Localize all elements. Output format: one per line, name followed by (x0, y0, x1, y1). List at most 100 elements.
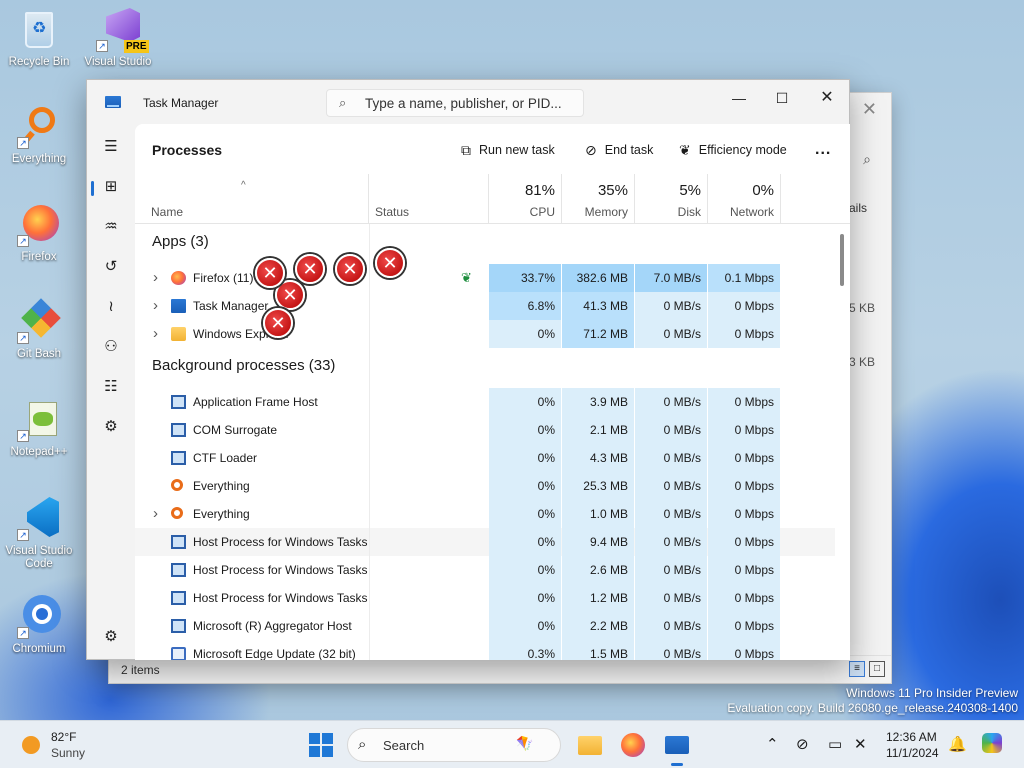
group-spacer (562, 224, 634, 264)
recycle-bin-icon: ♻ (17, 8, 61, 52)
desktop-icon-vscode[interactable]: ↗ Visual Studio Code (1, 497, 77, 571)
shortcut-arrow-icon: ↗ (17, 235, 29, 247)
app-history-nav-icon[interactable]: ↺ (95, 252, 127, 284)
start-button[interactable] (309, 733, 333, 757)
performance-nav-icon[interactable]: ♒ (95, 212, 127, 244)
folder-icon (171, 327, 186, 341)
search-input[interactable] (365, 94, 575, 112)
process-disk-value: 0 MB/s (635, 472, 707, 500)
column-header-memory[interactable]: 35% Memory (562, 174, 635, 224)
volume-muted-icon[interactable]: ✕ (854, 735, 867, 753)
process-row[interactable]: COM Surrogate 0% 2.1 MB 0 MB/s 0 Mbps (135, 416, 835, 444)
settings-gear-icon[interactable]: ⚙ (95, 622, 127, 654)
navigation-sidebar: ☰ ⊞ ♒ ↺ ≀ ⚇ ☷ ⚙ ⚙ (87, 124, 135, 660)
desktop-icon-everything[interactable]: ↗ Everything (1, 105, 77, 166)
more-options-button[interactable]: ... (815, 138, 831, 162)
display-icon[interactable]: ▭ (828, 735, 842, 753)
task-manager-window[interactable]: Task Manager ⌕ — ☐ ✕ ☰ ⊞ ♒ ↺ ≀ ⚇ ☷ ⚙ ⚙ P… (86, 79, 850, 660)
hamburger-menu-icon[interactable]: ☰ (95, 132, 127, 164)
process-list: Apps (3) › Firefox (11) ❦ 33.7% 382.6 MB 7.0 M… (135, 224, 835, 660)
process-row[interactable]: Host Process for Windows Tasks 0% 2.6 MB 0 … (135, 556, 835, 584)
users-nav-icon[interactable]: ⚇ (95, 332, 127, 364)
expand-chevron-icon[interactable]: › (153, 500, 158, 528)
maximize-button[interactable]: ☐ (760, 84, 804, 114)
process-row[interactable]: Microsoft (R) Aggregator Host 0% 2.2 MB 0 M… (135, 612, 835, 640)
minimize-button[interactable]: — (717, 84, 761, 114)
process-network-value: 0 Mbps (708, 416, 780, 444)
search-icon[interactable]: ⌕ (863, 151, 871, 168)
process-row[interactable]: CTF Loader 0% 4.3 MB 0 MB/s 0 Mbps (135, 444, 835, 472)
window-icon (171, 535, 186, 549)
process-row[interactable]: Host Process for Windows Tasks 0% 1.2 MB 0 … (135, 584, 835, 612)
process-cpu-value: 0% (489, 444, 561, 472)
close-icon[interactable]: ✕ (862, 99, 877, 120)
end-task-button[interactable]: ⊘ End task (585, 138, 653, 162)
startup-apps-nav-icon[interactable]: ≀ (95, 292, 127, 324)
process-row[interactable]: › Everything 0% 1.0 MB 0 MB/s 0 Mbps (135, 500, 835, 528)
expand-chevron-icon[interactable]: › (153, 292, 158, 320)
network-offline-icon[interactable]: ⊘ (796, 735, 809, 753)
process-disk-value: 0 MB/s (635, 584, 707, 612)
process-row[interactable]: › Firefox (11) ❦ 33.7% 382.6 MB 7.0 MB/s 0.1 M… (135, 264, 835, 292)
weather-condition[interactable]: Sunny (51, 746, 85, 760)
expand-chevron-icon[interactable]: › (153, 264, 158, 292)
cpu-total: 81% (524, 182, 555, 199)
shortcut-arrow-icon: ↗ (17, 137, 29, 149)
process-cpu-value: 0.3% (489, 640, 561, 660)
processes-nav-icon[interactable]: ⊞ (91, 172, 127, 204)
run-task-icon: ⧉ (461, 141, 471, 158)
drag-artifact: ✕ ✕ ✕ ✕ ✕ ✕ (255, 248, 405, 340)
process-row[interactable]: Everything 0% 25.3 MB 0 MB/s 0 Mbps (135, 472, 835, 500)
process-memory-value: 2.1 MB (562, 416, 634, 444)
clock-time[interactable]: 12:36 AM (886, 730, 937, 744)
desktop-icon-chromium[interactable]: ↗ Chromium (1, 595, 77, 656)
column-header-network[interactable]: 0% Network (708, 174, 781, 224)
desktop-icon-git-bash[interactable]: ↗ Git Bash (1, 298, 77, 361)
process-row[interactable]: Microsoft Edge Update (32 bit) 0.3% 1.5 MB… (135, 640, 835, 660)
desktop-icon-notepad-plus-plus[interactable]: ↗ Notepad++ (1, 398, 77, 459)
process-memory-value: 382.6 MB (562, 264, 634, 292)
process-disk-value: 0 MB/s (635, 292, 707, 320)
column-label: Disk (677, 205, 701, 219)
process-search[interactable]: ⌕ (326, 89, 584, 117)
desktop-icon-label: Git Bash (16, 348, 62, 360)
file-size: 5 KB (848, 301, 875, 315)
processes-page: Processes ⧉ Run new task ⊘ End task ❦ Ef… (135, 124, 850, 660)
process-memory-value: 25.3 MB (562, 472, 634, 500)
desktop-icon-visual-studio[interactable]: PRE ↗ Visual Studio 2022 P... (80, 8, 156, 69)
process-row[interactable]: › Windows Explorer 0% 71.2 MB 0 MB/s 0 Mbps (135, 320, 835, 348)
sun-icon[interactable] (22, 736, 40, 754)
large-icons-view-icon[interactable]: □ (869, 661, 885, 677)
task-manager-icon (171, 299, 186, 313)
process-memory-value: 41.3 MB (562, 292, 634, 320)
process-row[interactable]: Host Process for Windows Tasks 0% 9.4 MB 0 … (135, 528, 835, 556)
title-bar[interactable]: Task Manager ⌕ — ☐ ✕ (87, 80, 849, 124)
close-button[interactable]: ✕ (805, 84, 849, 114)
notification-bell-icon[interactable]: 🔔 (948, 735, 967, 753)
vertical-scrollbar[interactable] (840, 234, 844, 286)
show-hidden-icons-chevron-icon[interactable]: ⌃ (766, 735, 779, 753)
process-row[interactable]: Application Frame Host 0% 3.9 MB 0 MB/s 0 Mb… (135, 388, 835, 416)
process-name-cell: Host Process for Windows Tasks (135, 556, 369, 584)
efficiency-mode-button[interactable]: ❦ Efficiency mode (679, 138, 787, 162)
column-header-cpu[interactable]: 81% CPU (489, 174, 562, 224)
taskbar-task-manager[interactable] (663, 731, 691, 766)
expand-chevron-icon[interactable]: › (153, 320, 158, 348)
taskbar-firefox[interactable] (619, 731, 647, 759)
details-view-icon[interactable]: ≡ (849, 661, 865, 677)
weather-temperature[interactable]: 82°F (51, 730, 76, 744)
process-network-value: 0 Mbps (708, 640, 780, 660)
taskbar-search[interactable]: ⌕ Search 🪁 (347, 728, 561, 762)
copilot-pre-icon[interactable] (982, 733, 1002, 753)
services-nav-icon[interactable]: ⚙ (95, 412, 127, 444)
taskbar-file-explorer[interactable] (576, 731, 604, 759)
process-row[interactable]: › Task Manager 6.8% 41.3 MB 0 MB/s 0 Mbps (135, 292, 835, 320)
column-header-status[interactable]: Status (369, 174, 489, 224)
desktop-icon-recycle-bin[interactable]: ♻ Recycle Bin (1, 8, 77, 69)
column-header-disk[interactable]: 5% Disk (635, 174, 708, 224)
run-new-task-button[interactable]: ⧉ Run new task (461, 138, 555, 162)
clock-date[interactable]: 11/1/2024 (886, 746, 939, 760)
column-header-name[interactable]: ^ Name (135, 174, 369, 224)
details-nav-icon[interactable]: ☷ (95, 372, 127, 404)
desktop-icon-firefox[interactable]: ↗ Firefox (1, 203, 77, 264)
